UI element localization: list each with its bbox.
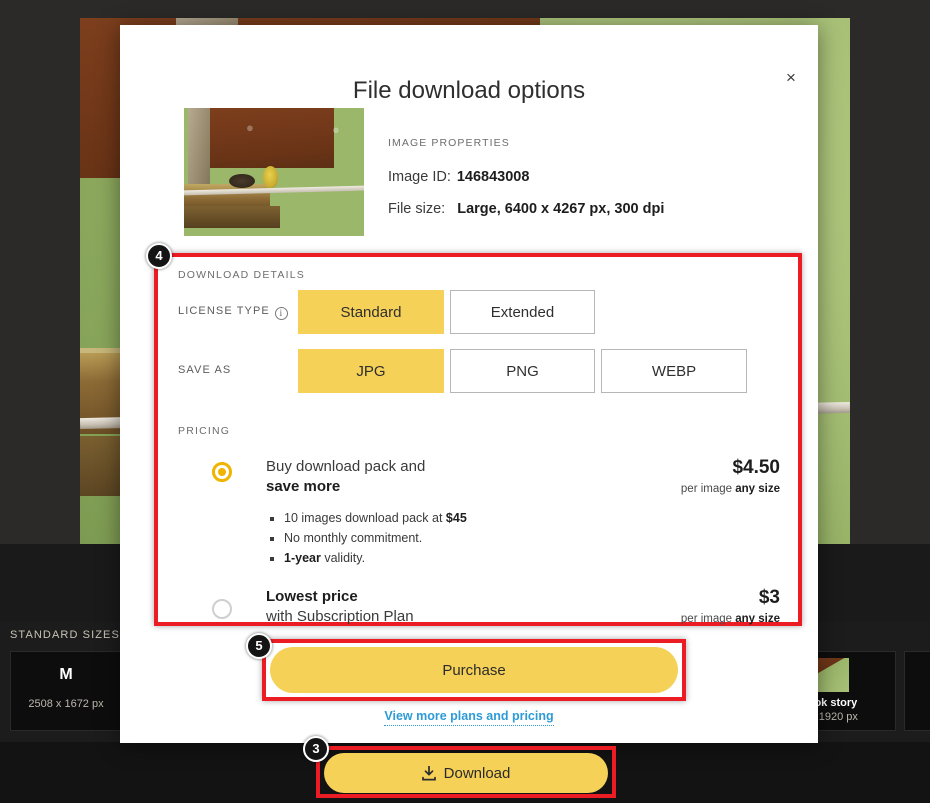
view-plans-link-wrap: View more plans and pricing [120,707,818,726]
image-properties-block: IMAGE PROPERTIES Image ID: 146843008 File… [388,137,664,233]
image-id-label: Image ID: [388,169,451,185]
screen: ● ● STANDARD SIZES M 2508 x 1672 px book… [0,0,930,803]
image-thumbnail: ● ● [184,108,364,236]
image-id-value: 146843008 [456,169,530,185]
pricing-per-unit: per image any size [680,613,780,625]
annotation-badge-3: 3 [303,736,329,762]
pricing-title-line1: Lowest price [266,588,358,605]
modal-title: File download options [352,77,586,104]
watermark-icon: ● [246,120,254,135]
size-card-dimensions: 2508 x 1672 px [28,698,104,710]
download-details-kicker: DOWNLOAD DETAILS [178,269,305,281]
license-type-label: LICENSE TYPE i [178,305,288,320]
pricing-title-line1: Buy download pack and [266,458,426,475]
size-card-letter: M [59,666,73,683]
download-button[interactable]: Download [324,753,608,793]
license-option-standard[interactable]: Standard [298,290,444,334]
pricing-amount: $3 [758,587,780,608]
pricing-bullet: 10 images download pack at $45 [284,508,626,528]
info-icon[interactable]: i [274,307,288,320]
annotation-badge-4: 4 [146,243,172,269]
format-option-label: WEBP [651,362,697,380]
download-icon [421,764,436,781]
format-option-label: PNG [506,362,539,380]
license-type-text: LICENSE TYPE [178,305,270,317]
view-more-plans-link[interactable]: View more plans and pricing [384,709,554,726]
pricing-per-unit: per image any size [680,483,780,495]
format-option-png[interactable]: PNG [450,349,595,393]
watermark-icon: ● [332,122,340,137]
pricing-bullet: 1-year validity. [284,548,626,568]
pricing-amount-block: $4.50 per image any size [681,457,780,495]
format-option-webp[interactable]: WEBP [601,349,747,393]
download-details-section: DOWNLOAD DETAILS LICENSE TYPE i Standard … [158,257,798,625]
file-download-options-modal: × File download options ● ● IMAGE PROPER… [120,25,818,743]
pricing-option-subscription[interactable]: Lowest price with Subscription Plan $3 p… [158,587,798,637]
pricing-bullets: 10 images download pack at $45 No monthl… [284,508,626,568]
save-as-label: SAVE AS [178,364,232,376]
license-option-label: Standard [340,303,402,321]
file-size-label: File size: [388,201,446,217]
purchase-button[interactable]: Purchase [270,647,678,693]
image-properties-kicker: IMAGE PROPERTIES [388,137,510,149]
pricing-bullet: No monthly commitment. [284,528,626,548]
size-card-m[interactable]: M 2508 x 1672 px [10,651,122,731]
pricing-title-line2: save more [266,478,341,496]
format-option-label: JPG [356,362,386,380]
annotation-badge-5: 5 [246,633,272,659]
download-button-label: Download [443,764,511,782]
pricing-option-download-pack[interactable]: Buy download pack and save more 10 image… [158,457,798,565]
pricing-radio-subscription[interactable] [212,599,232,619]
pricing-option-body: Buy download pack and save more 10 image… [266,457,626,568]
size-card-next[interactable] [904,651,930,731]
format-option-jpg[interactable]: JPG [298,349,444,393]
license-option-label: Extended [490,303,555,321]
standard-sizes-label: STANDARD SIZES [10,629,120,641]
file-size-value: Large, 6400 x 4267 px, 300 dpi [457,201,665,217]
pricing-option-body: Lowest price with Subscription Plan [266,587,626,628]
image-id-row: Image ID: 146843008 [388,169,664,185]
pricing-kicker: PRICING [178,425,231,437]
pricing-amount: $4.50 [732,457,780,478]
license-option-extended[interactable]: Extended [450,290,595,334]
pricing-amount-block: $3 per image any size [681,587,780,625]
file-size-row: File size: Large, 6400 x 4267 px, 300 dpi [388,201,664,217]
pricing-title-line2: with Subscription Plan [266,608,414,626]
pricing-radio-download-pack[interactable] [212,462,232,482]
